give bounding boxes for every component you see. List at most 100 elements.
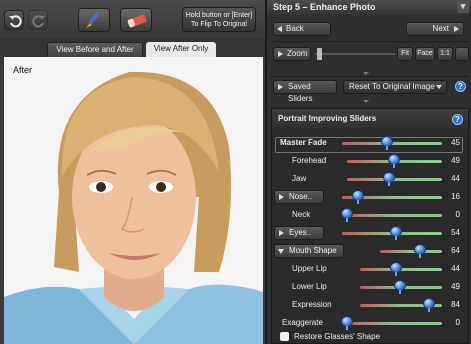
collapse-button[interactable]: ▾ <box>457 1 469 13</box>
slider-label: Mouth Shape <box>289 246 337 255</box>
next-button[interactable]: Next <box>406 22 464 36</box>
portrait-photo <box>4 57 263 344</box>
slider-value: 44 <box>451 174 460 183</box>
zoom-arrow-icon <box>278 51 283 57</box>
slider-row-jaw: Jaw 44 <box>272 171 468 187</box>
back-button[interactable]: Back <box>273 22 331 36</box>
slider-thumb[interactable] <box>422 298 435 312</box>
zoom-slider-thumb[interactable] <box>316 48 322 60</box>
slider-value: 84 <box>451 300 460 309</box>
step-header: Step 5 – Enhance Photo ▾ <box>267 0 471 15</box>
slider-thumb[interactable] <box>390 226 402 240</box>
slider-label: Nose.. <box>289 192 313 201</box>
slider-label: Exaggerate <box>282 318 323 327</box>
chevron-right-icon <box>279 230 284 236</box>
portrait-sliders-panel: Portrait Improving Sliders ? Master Fade… <box>271 108 469 344</box>
help-icon[interactable]: ? <box>455 81 466 92</box>
saved-sliders-arrow-icon <box>278 84 283 90</box>
slider-value: 54 <box>451 228 460 237</box>
slider-track[interactable] <box>347 322 442 325</box>
after-label: After <box>13 65 33 75</box>
slider-value: 45 <box>451 138 460 147</box>
slider-value: 49 <box>451 282 460 291</box>
slider-label: Master Fade <box>280 138 327 147</box>
one-to-one-button[interactable]: 1:1 <box>437 47 453 61</box>
face-button[interactable]: Face <box>415 47 435 61</box>
slider-thumb[interactable] <box>382 172 395 186</box>
slider-label: Lower Lip <box>292 282 327 291</box>
sliders-title: Portrait Improving Sliders <box>278 114 377 123</box>
nose-expander-button[interactable]: Nose.. <box>274 190 324 204</box>
sliders-header: Portrait Improving Sliders <box>272 109 468 129</box>
slider-thumb[interactable] <box>352 190 364 204</box>
slider-label: Eyes.. <box>289 228 312 237</box>
saved-sliders-row: Saved Sliders Reset To Original Image ? <box>271 79 469 103</box>
photo-area: Hold button or [Enter] To Flip To Origin… <box>0 0 265 344</box>
undo-button[interactable] <box>4 10 24 30</box>
back-arrow-icon <box>277 26 282 32</box>
view-tabs: View Before and After View After Only <box>0 38 265 58</box>
redo-button[interactable] <box>28 10 48 30</box>
eyes-expander-button[interactable]: Eyes.. <box>274 226 324 240</box>
sliders-help-icon[interactable]: ? <box>452 114 463 125</box>
fit-button[interactable]: Fit <box>397 47 413 61</box>
panel-resize-grip[interactable] <box>363 72 369 75</box>
next-label: Next <box>432 24 449 33</box>
slider-thumb[interactable] <box>381 136 393 150</box>
slider-row-neck: Neck 0 <box>272 207 468 223</box>
hint-line-1: Hold button or [Enter] <box>185 12 253 19</box>
slider-label: Forehead <box>292 156 327 165</box>
slider-value: 16 <box>451 192 460 201</box>
slider-thumb[interactable] <box>394 280 407 294</box>
slider-value: 0 <box>455 210 460 219</box>
photo-canvas[interactable]: After <box>4 57 263 344</box>
panel-resize-grip[interactable] <box>363 100 369 103</box>
zoom-slider-track[interactable] <box>315 53 395 55</box>
slider-row-upper-lip: Upper Lip 44 <box>272 261 468 277</box>
tab-before-and-after[interactable]: View Before and After <box>47 42 143 57</box>
chevron-down-icon <box>278 249 284 254</box>
slider-thumb[interactable] <box>341 316 353 330</box>
redo-icon <box>32 15 45 28</box>
slider-row-expression: Expression 84 <box>272 297 468 313</box>
slider-track[interactable] <box>347 214 442 217</box>
divider <box>271 41 469 42</box>
step-title: Step 5 – Enhance Photo <box>273 2 376 12</box>
paintbrush-button[interactable] <box>78 8 110 32</box>
slider-label: Upper Lip <box>292 264 327 273</box>
eraser-icon <box>127 14 147 28</box>
slider-row-nose: Nose.. 16 <box>272 189 468 205</box>
enhance-panel: Step 5 – Enhance Photo ▾ Back Next Zoom … <box>265 0 471 344</box>
restore-glasses-label: Restore Glasses' Shape <box>294 332 381 341</box>
eraser-button[interactable] <box>120 8 152 32</box>
hand-tool-icon[interactable] <box>455 47 469 61</box>
tab-after-only[interactable]: View After Only <box>146 42 216 57</box>
paintbrush-icon <box>86 12 99 28</box>
back-label: Back <box>286 24 304 33</box>
slider-value: 44 <box>451 264 460 273</box>
slider-thumb[interactable] <box>387 154 400 168</box>
slider-label: Expression <box>292 300 332 309</box>
slider-value: 49 <box>451 156 460 165</box>
mouth-shape-expander-button[interactable]: Mouth Shape <box>274 244 344 258</box>
slider-thumb[interactable] <box>413 244 426 258</box>
saved-sliders-button[interactable]: Saved Sliders <box>273 80 337 103</box>
slider-row-mouth-shape: Mouth Shape 64 <box>272 243 468 259</box>
slider-row-master-fade: Master Fade 45 <box>272 135 468 153</box>
zoom-controls: Zoom Fit Face 1:1 <box>271 44 469 64</box>
preset-select[interactable]: Reset To Original Image <box>343 80 447 94</box>
slider-thumb[interactable] <box>341 208 353 222</box>
chevron-right-icon <box>279 194 284 200</box>
restore-glasses-row[interactable]: Restore Glasses' Shape <box>272 329 468 344</box>
zoom-button[interactable]: Zoom <box>273 47 311 61</box>
slider-thumb[interactable] <box>390 262 403 276</box>
slider-row-forehead: Forehead 49 <box>272 153 468 169</box>
slider-label: Jaw <box>292 174 307 183</box>
flip-to-original-button[interactable]: Hold button or [Enter] To Flip To Origin… <box>182 7 256 32</box>
slider-value: 64 <box>451 246 460 255</box>
next-arrow-icon <box>454 26 459 32</box>
restore-glasses-checkbox[interactable] <box>280 332 289 341</box>
slider-row-lower-lip: Lower Lip 49 <box>272 279 468 295</box>
slider-track[interactable] <box>380 250 442 253</box>
divider <box>271 76 469 77</box>
